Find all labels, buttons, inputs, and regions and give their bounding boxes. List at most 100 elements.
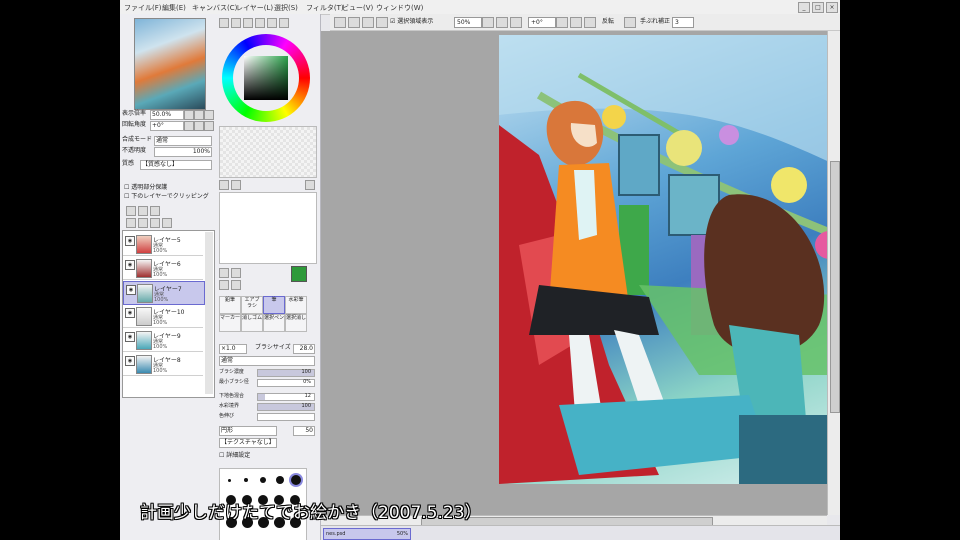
- blur-slider[interactable]: 色伸び: [219, 412, 315, 421]
- merge-down-icon[interactable]: [126, 218, 136, 228]
- move-icon[interactable]: [219, 280, 229, 290]
- swatch-icon[interactable]: [255, 18, 265, 28]
- detail-settings-checkbox[interactable]: ☐ 詳細設定: [219, 452, 250, 460]
- menu-window[interactable]: ウィンドウ(W): [376, 3, 423, 13]
- rotate-right-icon[interactable]: [194, 121, 204, 131]
- vertical-scroll-thumb[interactable]: [830, 161, 840, 413]
- brush-preset-dot[interactable]: [244, 478, 248, 482]
- opacity-slider[interactable]: 100%: [154, 147, 212, 157]
- texture-select[interactable]: 【質感なし】: [140, 160, 212, 170]
- new-folder-icon[interactable]: [150, 206, 160, 216]
- menu-edit[interactable]: 編集(E): [162, 3, 186, 13]
- brush-shape-strength[interactable]: 50: [293, 426, 315, 436]
- layer-item[interactable]: ◉ レイヤー5 通常 100%: [123, 233, 203, 256]
- rotate-right-icon[interactable]: [570, 17, 582, 28]
- minimize-button[interactable]: _: [798, 2, 810, 13]
- eye-icon[interactable]: ◉: [125, 332, 135, 342]
- tool-marker[interactable]: マーカー: [219, 314, 241, 332]
- brush-texture-select[interactable]: 【テクスチャなし】: [219, 438, 277, 448]
- brush-preset-dot[interactable]: [260, 477, 266, 483]
- zoom-in-icon[interactable]: [496, 17, 508, 28]
- tool-select-pen[interactable]: 選択ペン: [263, 314, 285, 332]
- redo-icon[interactable]: [348, 17, 360, 28]
- layer-item[interactable]: ◉ レイヤー8 通常 100%: [123, 353, 203, 376]
- color-wheel[interactable]: [222, 34, 310, 122]
- stabilizer-select[interactable]: 3: [672, 17, 694, 28]
- layer-item-selected[interactable]: ◉ レイヤー7 通常 100%: [123, 281, 205, 305]
- menu-filter[interactable]: フィルタ(T): [306, 3, 344, 13]
- brush-preset-dot[interactable]: [291, 475, 301, 485]
- zoom-reset-icon[interactable]: [204, 110, 214, 120]
- tool-select-eraser[interactable]: 選択消し: [285, 314, 307, 332]
- size-multiplier-select[interactable]: ×1.0: [219, 344, 247, 354]
- eye-icon[interactable]: ◉: [125, 236, 135, 246]
- layer-item[interactable]: ◉ レイヤー9 通常 100%: [123, 329, 203, 352]
- clear-layer-icon[interactable]: [150, 218, 160, 228]
- tool-preset-icon[interactable]: [219, 180, 229, 190]
- tool-brush-selected[interactable]: 筆: [263, 296, 285, 314]
- brush-preset-dot[interactable]: [228, 479, 231, 482]
- rotate-left-icon[interactable]: [184, 121, 194, 131]
- layer-item[interactable]: ◉ レイヤー6 通常 100%: [123, 257, 203, 280]
- eye-icon[interactable]: ◉: [125, 260, 135, 270]
- artwork-canvas[interactable]: [499, 35, 836, 484]
- copy-layer-icon[interactable]: [138, 218, 148, 228]
- eye-icon[interactable]: ◉: [125, 308, 135, 318]
- foreground-color-swatch[interactable]: [291, 266, 307, 282]
- brush-preset-dot[interactable]: [276, 476, 284, 484]
- menu-view[interactable]: ビュー(V): [342, 3, 373, 13]
- zoom-select[interactable]: 50%: [454, 17, 482, 28]
- tool-pencil[interactable]: 鉛筆: [219, 296, 241, 314]
- document-tab[interactable]: nes.psd 50%: [323, 528, 411, 540]
- vertical-scrollbar[interactable]: [827, 31, 840, 515]
- zoom-out-icon[interactable]: [184, 110, 194, 120]
- tool-watercolor[interactable]: 水彩筆: [285, 296, 307, 314]
- zoom-out-icon[interactable]: [482, 17, 494, 28]
- menu-selection[interactable]: 選択(S): [274, 3, 298, 13]
- mix-slider[interactable]: 下地色混合 12: [219, 392, 315, 401]
- zoom-reset-icon[interactable]: [510, 17, 522, 28]
- selection-display-checkbox[interactable]: ☑ 選択領域表示: [390, 17, 433, 27]
- min-size-slider[interactable]: 最小ブラシ径 0%: [219, 378, 315, 387]
- canvas-area[interactable]: [321, 31, 836, 515]
- brush-size-field[interactable]: 28.0: [293, 344, 315, 354]
- delete-layer-icon[interactable]: [162, 218, 172, 228]
- saturation-value-picker[interactable]: [244, 56, 288, 100]
- close-button[interactable]: ×: [826, 2, 838, 13]
- maximize-button[interactable]: □: [812, 2, 824, 13]
- layer-item[interactable]: ◉ レイヤー10 通常 100%: [123, 305, 203, 328]
- navigator-preview[interactable]: [134, 18, 206, 110]
- brush-mode-select[interactable]: 通常: [219, 356, 315, 366]
- layer-list-scrollbar[interactable]: [205, 232, 213, 394]
- nav-angle-field[interactable]: +0°: [150, 121, 184, 131]
- rotation-select[interactable]: +0°: [528, 17, 556, 28]
- zoom-in-icon[interactable]: [194, 110, 204, 120]
- preserve-opacity-checkbox[interactable]: ☐ 透明部分保護: [124, 184, 167, 192]
- color-history-icon[interactable]: [279, 18, 289, 28]
- menu-layer[interactable]: レイヤー(L): [236, 3, 273, 13]
- zoom-icon[interactable]: [231, 280, 241, 290]
- rotate-reset-icon[interactable]: [204, 121, 214, 131]
- eye-icon[interactable]: ◉: [125, 356, 135, 366]
- new-layer-icon[interactable]: [126, 206, 136, 216]
- hsv-slider-icon[interactable]: [243, 18, 253, 28]
- eye-icon[interactable]: ◉: [126, 285, 136, 295]
- rect-select-icon[interactable]: [219, 268, 229, 278]
- menu-canvas[interactable]: キャンバス(C): [192, 3, 237, 13]
- invert-selection-icon[interactable]: [376, 17, 388, 28]
- brush-shape-select[interactable]: 円形: [219, 426, 277, 436]
- eyedropper-icon[interactable]: [231, 268, 241, 278]
- clip-lower-checkbox[interactable]: ☐ 下のレイヤーでクリッピング: [124, 193, 209, 201]
- rgb-slider-icon[interactable]: [231, 18, 241, 28]
- rotate-reset-icon[interactable]: [584, 17, 596, 28]
- flip-horizontal-icon[interactable]: [624, 17, 636, 28]
- color-wheel-mode-icon[interactable]: [219, 18, 229, 28]
- water-slider[interactable]: 水彩境界 100: [219, 402, 315, 411]
- density-slider[interactable]: ブラシ濃度 100: [219, 368, 315, 377]
- deselect-icon[interactable]: [362, 17, 374, 28]
- menu-file[interactable]: ファイル(F): [124, 3, 162, 13]
- rotate-left-icon[interactable]: [556, 17, 568, 28]
- scratch-pad[interactable]: [219, 126, 317, 178]
- new-linework-layer-icon[interactable]: [138, 206, 148, 216]
- tool-airbrush[interactable]: エアブラシ: [241, 296, 263, 314]
